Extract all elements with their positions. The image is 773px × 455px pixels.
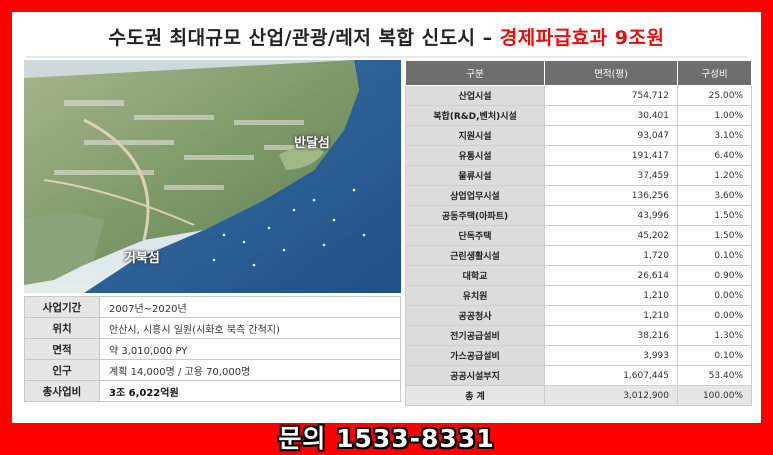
project-info-table: 사업기간 2007년~2020년 위치 안산시, 시흥시 일원(시화호 북측 간척지… — [24, 296, 401, 402]
contact-phone: 문의 1533-8331 — [278, 424, 495, 453]
row-ratio: 1.30% — [677, 325, 752, 346]
row-name: 대학교 — [405, 265, 545, 286]
info-key: 사업기간 — [24, 296, 100, 318]
total-ratio: 100.00% — [677, 385, 752, 406]
info-value: 계획 14,000명 / 고용 70,000명 — [99, 359, 401, 381]
row-ratio: 1.20% — [677, 165, 752, 186]
row-name: 근린생활시설 — [405, 245, 545, 266]
row-area: 38,216 — [544, 325, 678, 346]
page-title: 수도권 최대규모 산업/관광/레저 복합 신도시 – 경제파급효과 9조원 — [12, 23, 761, 50]
total-area: 3,012,900 — [544, 385, 678, 406]
aerial-label-banwol: 반달섬 — [294, 136, 330, 151]
row-name: 공공시설부지 — [405, 365, 545, 386]
row-ratio: 1.50% — [677, 205, 752, 226]
table-row: 총사업비 3조 6,022억원 — [24, 380, 401, 402]
table-row: 복합(R&D,벤처)시설 30,401 1.00% — [405, 105, 752, 126]
info-value: 3조 6,022억원 — [99, 380, 401, 402]
aerial-drawing — [24, 60, 401, 293]
row-name: 유통시설 — [405, 145, 545, 166]
table-row: 상업업무시설 136,256 3.60% — [405, 185, 752, 206]
title-highlight: 경제파급효과 9조원 — [499, 27, 665, 49]
row-area: 754,712 — [544, 85, 678, 106]
row-area: 93,047 — [544, 125, 678, 146]
table-row: 공공시설부지 1,607,445 53.40% — [405, 365, 752, 386]
row-ratio: 3.60% — [677, 185, 752, 206]
row-name: 가스공급설비 — [405, 345, 545, 366]
table-row: 유통시설 191,417 6.40% — [405, 145, 752, 166]
table-row: 면적 약 3,010,000 PY — [24, 338, 401, 360]
row-name: 상업업무시설 — [405, 185, 545, 206]
land-use-rows: 산업시설 754,712 25.00% 복합(R&D,벤처)시설 30,401 1.00… — [405, 85, 752, 406]
row-name: 공공청사 — [405, 305, 545, 326]
table-row: 전기공급설비 38,216 1.30% — [405, 325, 752, 346]
row-area: 3,993 — [544, 345, 678, 366]
row-area: 1,210 — [544, 285, 678, 306]
row-area: 30,401 — [544, 105, 678, 126]
row-ratio: 0.00% — [677, 305, 752, 326]
table-row: 유치원 1,210 0.00% — [405, 285, 752, 306]
row-area: 1,210 — [544, 305, 678, 326]
info-key: 면적 — [24, 338, 100, 360]
row-name: 복합(R&D,벤처)시설 — [405, 105, 545, 126]
info-value: 2007년~2020년 — [99, 296, 401, 318]
table-row: 위치 안산시, 시흥시 일원(시화호 북측 간척지) — [24, 317, 401, 339]
total-name: 총 계 — [405, 385, 545, 406]
table-row: 단독주택 45,202 1.50% — [405, 225, 752, 246]
table-row: 물류시설 37,459 1.20% — [405, 165, 752, 186]
row-ratio: 0.10% — [677, 345, 752, 366]
row-name: 산업시설 — [405, 85, 545, 106]
aerial-illustration: 반달섬 거북섬 — [24, 60, 401, 293]
header-area: 면적(평) — [544, 60, 678, 86]
table-row: 공동주택(아파트) 43,996 1.50% — [405, 205, 752, 226]
title-main: 수도권 최대규모 산업/관광/레저 복합 신도시 – — [108, 27, 493, 49]
row-name: 단독주택 — [405, 225, 545, 246]
row-ratio: 1.00% — [677, 105, 752, 126]
row-name: 유치원 — [405, 285, 545, 306]
table-header-row: 구분 면적(평) 구성비 — [405, 60, 752, 86]
row-name: 지원시설 — [405, 125, 545, 146]
table-row: 사업기간 2007년~2020년 — [24, 296, 401, 318]
row-ratio: 0.90% — [677, 265, 752, 286]
row-area: 26,614 — [544, 265, 678, 286]
row-ratio: 3.10% — [677, 125, 752, 146]
info-key: 인구 — [24, 359, 100, 381]
row-area: 136,256 — [544, 185, 678, 206]
row-area: 45,202 — [544, 225, 678, 246]
row-ratio: 0.00% — [677, 285, 752, 306]
table-row: 인구 계획 14,000명 / 고용 70,000명 — [24, 359, 401, 381]
row-name: 물류시설 — [405, 165, 545, 186]
row-ratio: 25.00% — [677, 85, 752, 106]
row-ratio: 0.10% — [677, 245, 752, 266]
land-use-table: 구분 면적(평) 구성비 산업시설 754,712 25.00% 복합(R&D,벤처… — [405, 60, 752, 406]
row-name: 전기공급설비 — [405, 325, 545, 346]
title-divider — [26, 56, 747, 58]
row-area: 1,720 — [544, 245, 678, 266]
row-area: 43,996 — [544, 205, 678, 226]
table-row: 대학교 26,614 0.90% — [405, 265, 752, 286]
row-area: 1,607,445 — [544, 365, 678, 386]
header-category: 구분 — [405, 60, 545, 86]
row-ratio: 53.40% — [677, 365, 752, 386]
info-key: 총사업비 — [24, 380, 100, 402]
table-row: 가스공급설비 3,993 0.10% — [405, 345, 752, 366]
aerial-label-geobuk: 거북섬 — [124, 251, 160, 266]
row-area: 37,459 — [544, 165, 678, 186]
table-row: 지원시설 93,047 3.10% — [405, 125, 752, 146]
table-row: 공공청사 1,210 0.00% — [405, 305, 752, 326]
row-ratio: 1.50% — [677, 225, 752, 246]
table-total-row: 총 계 3,012,900 100.00% — [405, 385, 752, 406]
info-key: 위치 — [24, 317, 100, 339]
info-value: 안산시, 시흥시 일원(시화호 북측 간척지) — [99, 317, 401, 339]
table-row: 근린생활시설 1,720 0.10% — [405, 245, 752, 266]
header-ratio: 구성비 — [677, 60, 752, 86]
row-ratio: 6.40% — [677, 145, 752, 166]
content-panel: 수도권 최대규모 산업/관광/레저 복합 신도시 – 경제파급효과 9조원 반달… — [12, 12, 761, 423]
table-row: 산업시설 754,712 25.00% — [405, 85, 752, 106]
row-area: 191,417 — [544, 145, 678, 166]
row-name: 공동주택(아파트) — [405, 205, 545, 226]
info-value: 약 3,010,000 PY — [99, 338, 401, 360]
